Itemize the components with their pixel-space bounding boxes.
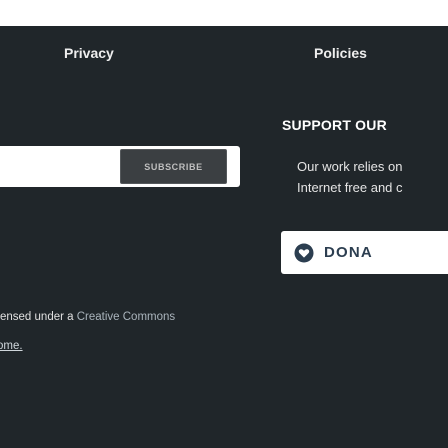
- license-text: ensed under a Creative Commons: [0, 311, 175, 323]
- license-fragment-link[interactable]: ome.: [0, 340, 23, 352]
- heart-icon: [294, 243, 314, 262]
- support-heading: SUPPORT OUR: [282, 117, 387, 133]
- subscribe-button[interactable]: SUBSCRIBE: [120, 149, 227, 184]
- donate-button[interactable]: DONA: [281, 231, 448, 274]
- support-line-2: Internet free and c: [297, 180, 403, 195]
- privacy-link[interactable]: Privacy: [64, 45, 114, 61]
- site-footer: Privacy Policies SUPPORT OUR SUBSCRIBE O…: [0, 26, 448, 448]
- policies-link[interactable]: Policies: [314, 45, 367, 61]
- donate-label: DONA: [324, 244, 373, 261]
- support-description: Our work relies on Internet free and c: [297, 156, 448, 198]
- creative-commons-link[interactable]: Creative Commons: [77, 311, 175, 323]
- support-line-1: Our work relies on: [297, 159, 403, 174]
- license-prefix: ensed under a: [0, 311, 77, 323]
- top-white-strip: [0, 0, 448, 26]
